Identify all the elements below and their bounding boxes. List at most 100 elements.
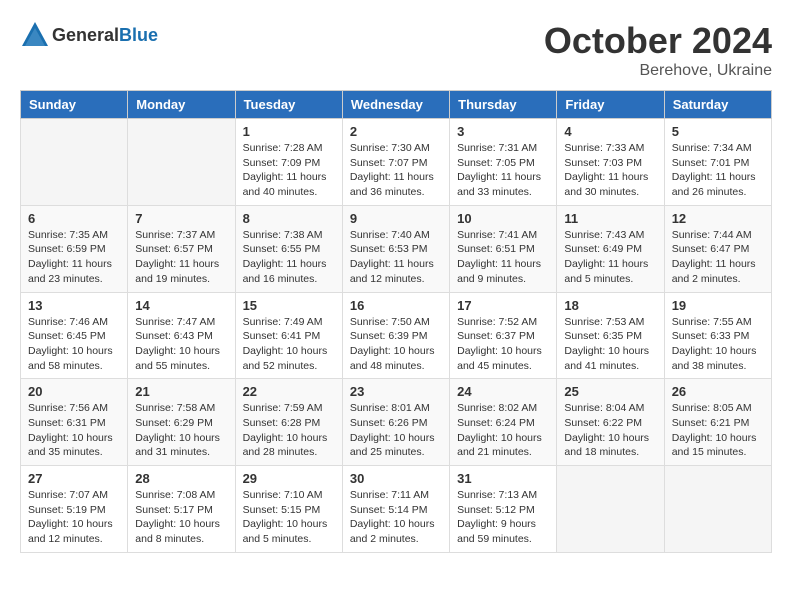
table-row: 31Sunrise: 7:13 AMSunset: 5:12 PMDayligh… [450, 466, 557, 553]
day-number: 27 [28, 471, 120, 486]
table-row: 1 Sunrise: 7:28 AMSunset: 7:09 PMDaylight… [235, 119, 342, 206]
day-info: Sunrise: 7:37 AMSunset: 6:57 PMDaylight:… [135, 228, 227, 287]
day-info: Sunrise: 7:43 AMSunset: 6:49 PMDaylight:… [564, 228, 656, 287]
day-info: Sunrise: 7:50 AMSunset: 6:39 PMDaylight:… [350, 315, 442, 374]
day-number: 9 [350, 211, 442, 226]
day-number: 25 [564, 384, 656, 399]
logo-general: General [52, 25, 119, 45]
day-info: Sunrise: 7:13 AMSunset: 5:12 PMDaylight:… [457, 488, 549, 547]
calendar-week-row: 1 Sunrise: 7:28 AMSunset: 7:09 PMDaylight… [21, 119, 772, 206]
day-info: Sunrise: 7:33 AMSunset: 7:03 PMDaylight:… [564, 141, 656, 200]
day-number: 14 [135, 298, 227, 313]
table-row: 26 Sunrise: 8:05 AMSunset: 6:21 PMDayligh… [664, 379, 771, 466]
header-tuesday: Tuesday [235, 91, 342, 119]
day-info: Sunrise: 7:52 AMSunset: 6:37 PMDaylight:… [457, 315, 549, 374]
day-number: 1 [243, 124, 335, 139]
table-row: 11 Sunrise: 7:43 AMSunset: 6:49 PMDayligh… [557, 205, 664, 292]
day-info: Sunrise: 7:38 AMSunset: 6:55 PMDaylight:… [243, 228, 335, 287]
day-number: 24 [457, 384, 549, 399]
table-row: 6 Sunrise: 7:35 AMSunset: 6:59 PMDaylight… [21, 205, 128, 292]
day-info: Sunrise: 7:59 AMSunset: 6:28 PMDaylight:… [243, 401, 335, 460]
day-info: Sunrise: 7:41 AMSunset: 6:51 PMDaylight:… [457, 228, 549, 287]
day-info: Sunrise: 7:34 AMSunset: 7:01 PMDaylight:… [672, 141, 764, 200]
calendar-week-row: 6 Sunrise: 7:35 AMSunset: 6:59 PMDaylight… [21, 205, 772, 292]
table-row: 2Sunrise: 7:30 AMSunset: 7:07 PMDaylight… [342, 119, 449, 206]
table-row: 24Sunrise: 8:02 AMSunset: 6:24 PMDayligh… [450, 379, 557, 466]
day-info: Sunrise: 7:56 AMSunset: 6:31 PMDaylight:… [28, 401, 120, 460]
table-row: 9 Sunrise: 7:40 AMSunset: 6:53 PMDaylight… [342, 205, 449, 292]
table-row: 17 Sunrise: 7:52 AMSunset: 6:37 PMDayligh… [450, 292, 557, 379]
day-number: 18 [564, 298, 656, 313]
table-row: 12Sunrise: 7:44 AMSunset: 6:47 PMDayligh… [664, 205, 771, 292]
day-info: Sunrise: 7:28 AMSunset: 7:09 PMDaylight:… [243, 141, 335, 200]
calendar-body: 1 Sunrise: 7:28 AMSunset: 7:09 PMDaylight… [21, 119, 772, 553]
table-row: 21Sunrise: 7:58 AMSunset: 6:29 PMDayligh… [128, 379, 235, 466]
day-number: 7 [135, 211, 227, 226]
page-header: GeneralBlue October 2024 Berehove, Ukrai… [20, 20, 772, 80]
day-info: Sunrise: 7:31 AMSunset: 7:05 PMDaylight:… [457, 141, 549, 200]
day-info: Sunrise: 7:58 AMSunset: 6:29 PMDaylight:… [135, 401, 227, 460]
day-info: Sunrise: 7:40 AMSunset: 6:53 PMDaylight:… [350, 228, 442, 287]
day-number: 23 [350, 384, 442, 399]
day-number: 22 [243, 384, 335, 399]
day-info: Sunrise: 7:53 AMSunset: 6:35 PMDaylight:… [564, 315, 656, 374]
day-info: Sunrise: 7:49 AMSunset: 6:41 PMDaylight:… [243, 315, 335, 374]
table-row: 25Sunrise: 8:04 AMSunset: 6:22 PMDayligh… [557, 379, 664, 466]
header-friday: Friday [557, 91, 664, 119]
table-row: 5 Sunrise: 7:34 AMSunset: 7:01 PMDaylight… [664, 119, 771, 206]
table-row [557, 466, 664, 553]
header-saturday: Saturday [664, 91, 771, 119]
day-number: 6 [28, 211, 120, 226]
table-row: 4 Sunrise: 7:33 AMSunset: 7:03 PMDaylight… [557, 119, 664, 206]
weekday-header-row: Sunday Monday Tuesday Wednesday Thursday… [21, 91, 772, 119]
day-number: 5 [672, 124, 764, 139]
table-row: 7 Sunrise: 7:37 AMSunset: 6:57 PMDaylight… [128, 205, 235, 292]
day-number: 2 [350, 124, 442, 139]
table-row: 10Sunrise: 7:41 AMSunset: 6:51 PMDayligh… [450, 205, 557, 292]
day-number: 17 [457, 298, 549, 313]
table-row [21, 119, 128, 206]
day-number: 19 [672, 298, 764, 313]
day-number: 20 [28, 384, 120, 399]
day-info: Sunrise: 7:35 AMSunset: 6:59 PMDaylight:… [28, 228, 120, 287]
logo-blue: Blue [119, 25, 158, 45]
day-number: 15 [243, 298, 335, 313]
table-row: 16 Sunrise: 7:50 AMSunset: 6:39 PMDayligh… [342, 292, 449, 379]
day-number: 13 [28, 298, 120, 313]
table-row: 8 Sunrise: 7:38 AMSunset: 6:55 PMDaylight… [235, 205, 342, 292]
table-row: 3Sunrise: 7:31 AMSunset: 7:05 PMDaylight… [450, 119, 557, 206]
day-info: Sunrise: 7:08 AMSunset: 5:17 PMDaylight:… [135, 488, 227, 547]
calendar-table: Sunday Monday Tuesday Wednesday Thursday… [20, 90, 772, 553]
table-row: 29Sunrise: 7:10 AMSunset: 5:15 PMDayligh… [235, 466, 342, 553]
calendar-week-row: 13 Sunrise: 7:46 AMSunset: 6:45 PMDayligh… [21, 292, 772, 379]
day-number: 30 [350, 471, 442, 486]
day-info: Sunrise: 8:05 AMSunset: 6:21 PMDaylight:… [672, 401, 764, 460]
header-wednesday: Wednesday [342, 91, 449, 119]
day-info: Sunrise: 7:46 AMSunset: 6:45 PMDaylight:… [28, 315, 120, 374]
location-title: Berehove, Ukraine [544, 62, 772, 80]
day-info: Sunrise: 7:10 AMSunset: 5:15 PMDaylight:… [243, 488, 335, 547]
day-number: 28 [135, 471, 227, 486]
table-row: 14Sunrise: 7:47 AMSunset: 6:43 PMDayligh… [128, 292, 235, 379]
calendar-header: Sunday Monday Tuesday Wednesday Thursday… [21, 91, 772, 119]
table-row: 22 Sunrise: 7:59 AMSunset: 6:28 PMDayligh… [235, 379, 342, 466]
table-row: 28 Sunrise: 7:08 AMSunset: 5:17 PMDayligh… [128, 466, 235, 553]
table-row: 30 Sunrise: 7:11 AMSunset: 5:14 PMDayligh… [342, 466, 449, 553]
header-thursday: Thursday [450, 91, 557, 119]
logo: GeneralBlue [20, 20, 158, 50]
day-number: 16 [350, 298, 442, 313]
table-row: 13 Sunrise: 7:46 AMSunset: 6:45 PMDayligh… [21, 292, 128, 379]
title-section: October 2024 Berehove, Ukraine [544, 20, 772, 80]
table-row: 20 Sunrise: 7:56 AMSunset: 6:31 PMDayligh… [21, 379, 128, 466]
day-number: 11 [564, 211, 656, 226]
day-info: Sunrise: 7:44 AMSunset: 6:47 PMDaylight:… [672, 228, 764, 287]
table-row: 23Sunrise: 8:01 AMSunset: 6:26 PMDayligh… [342, 379, 449, 466]
day-number: 8 [243, 211, 335, 226]
day-info: Sunrise: 7:11 AMSunset: 5:14 PMDaylight:… [350, 488, 442, 547]
day-number: 26 [672, 384, 764, 399]
logo-icon [20, 20, 50, 50]
day-number: 4 [564, 124, 656, 139]
day-info: Sunrise: 7:55 AMSunset: 6:33 PMDaylight:… [672, 315, 764, 374]
calendar-week-row: 27 Sunrise: 7:07 AMSunset: 5:19 PMDayligh… [21, 466, 772, 553]
day-info: Sunrise: 7:07 AMSunset: 5:19 PMDaylight:… [28, 488, 120, 547]
